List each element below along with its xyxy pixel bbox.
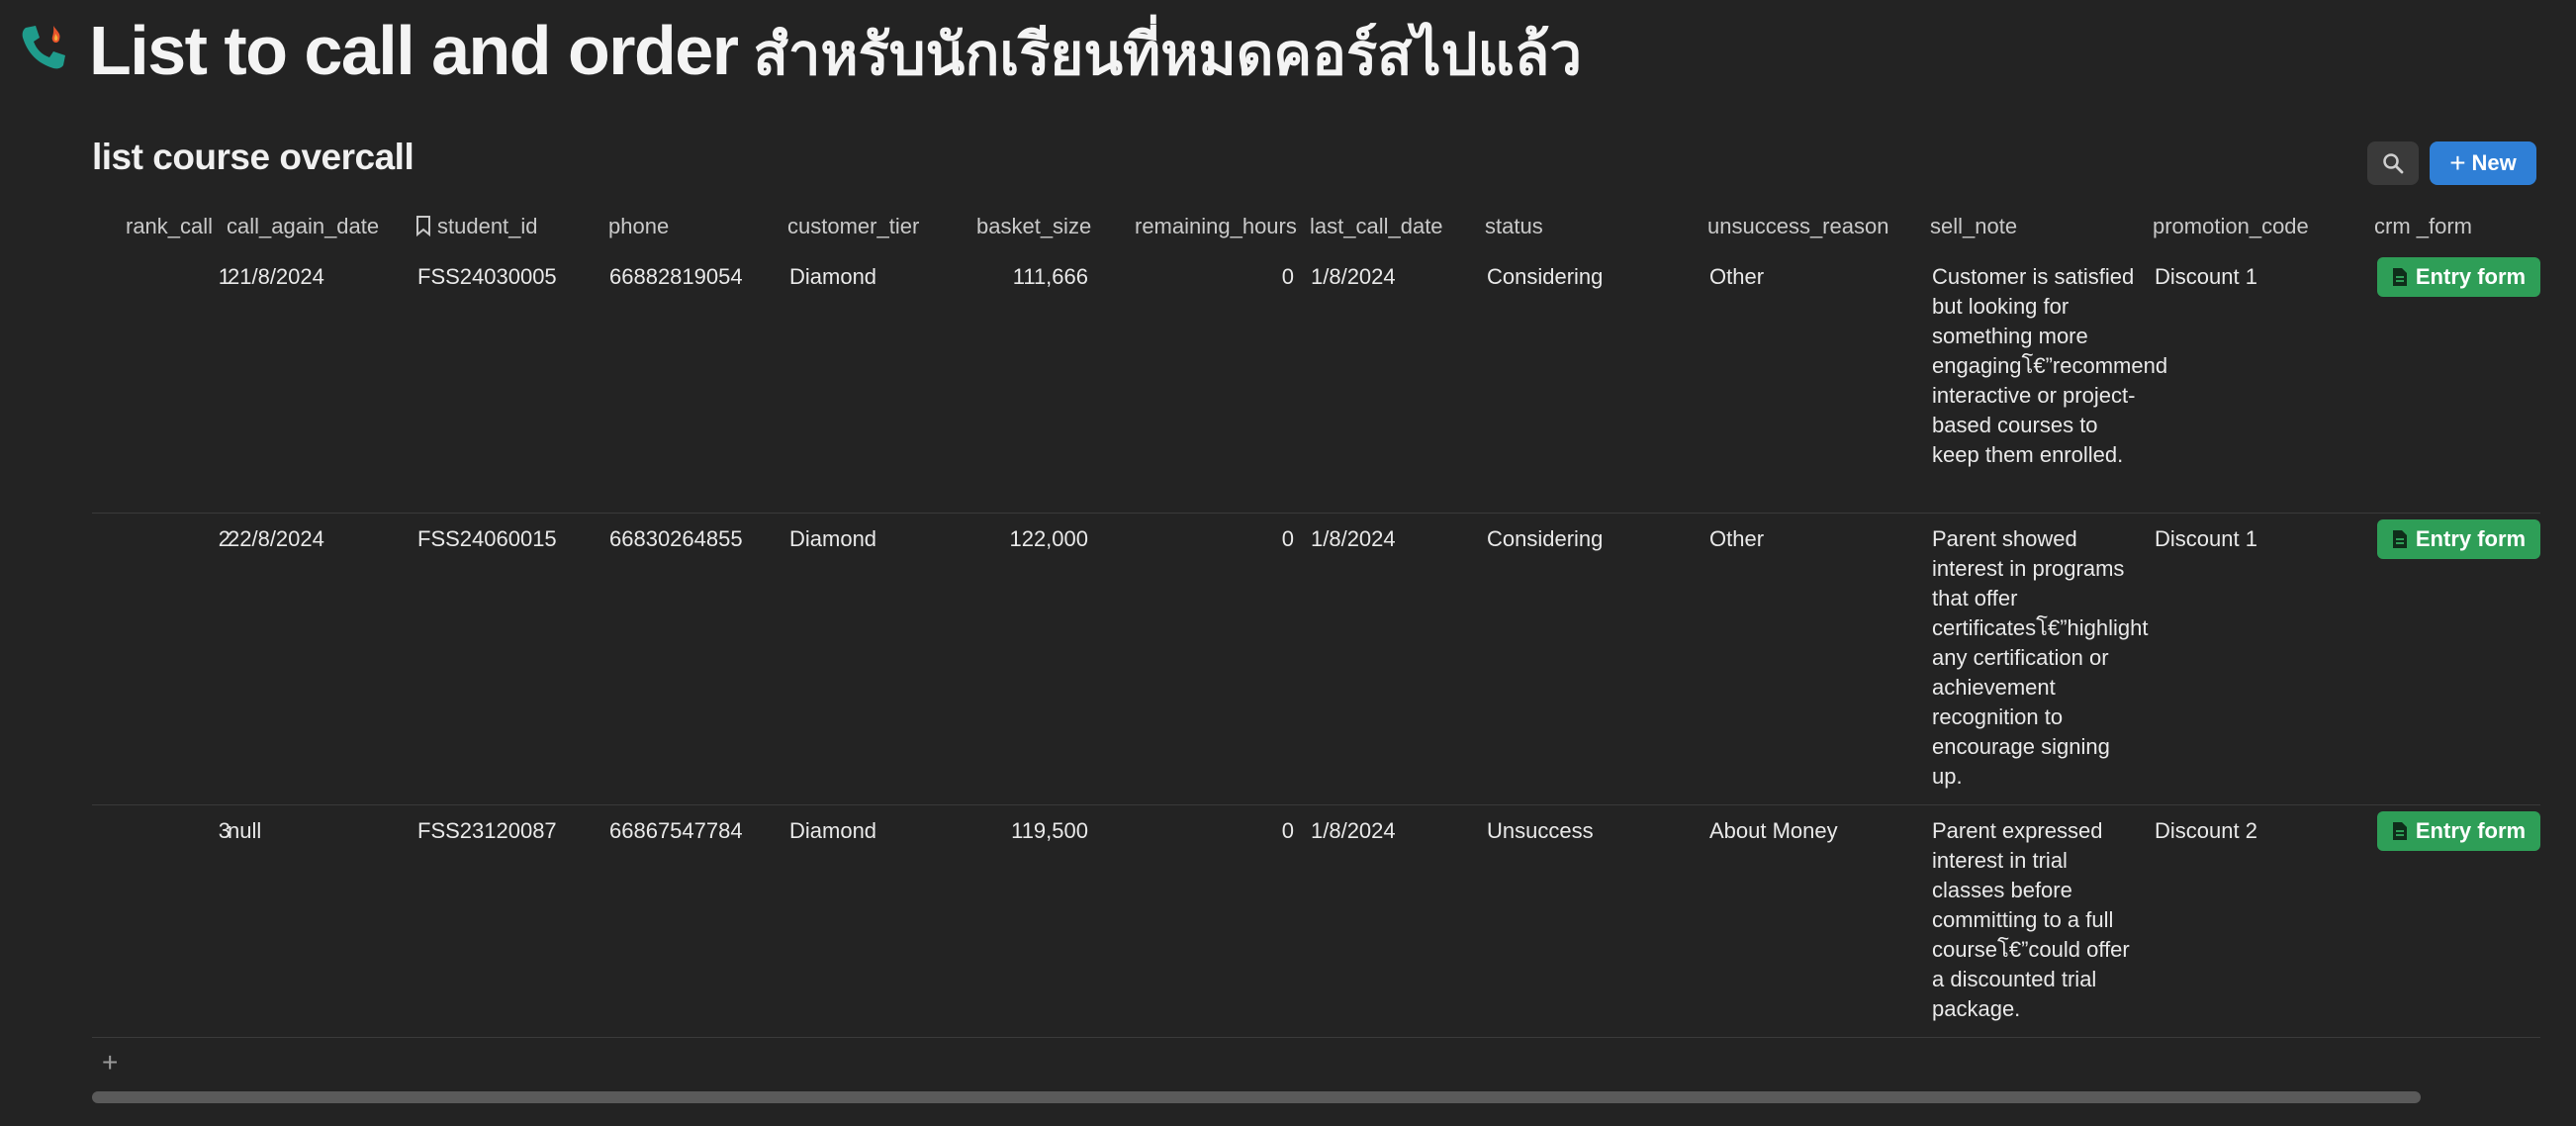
column-header-phone[interactable]: phone	[608, 208, 669, 245]
cell-customer-tier[interactable]: Diamond	[789, 262, 876, 292]
cell-sell-note[interactable]: Customer is satisfied but looking for so…	[1932, 262, 2167, 470]
column-header-customer-tier[interactable]: customer_tier	[787, 208, 919, 245]
column-header-promotion-code[interactable]: promotion_code	[2153, 208, 2309, 245]
cell-unsuccess-reason[interactable]: Other	[1709, 524, 1764, 554]
cell-remaining-hours[interactable]: 0	[1180, 816, 1294, 846]
column-header-unsuccess-reason[interactable]: unsuccess_reason	[1707, 208, 1888, 245]
column-header-last-call-date[interactable]: last_call_date	[1310, 208, 1443, 245]
cell-call-again-date[interactable]: 21/8/2024	[228, 262, 324, 292]
document-icon	[2392, 268, 2407, 286]
cell-unsuccess-reason[interactable]: Other	[1709, 262, 1764, 292]
cell-rank-call[interactable]: 3	[171, 816, 230, 846]
column-header-status[interactable]: status	[1485, 208, 1543, 245]
column-header-remaining-hours[interactable]: remaining_hours	[1135, 208, 1297, 245]
cell-phone[interactable]: 66867547784	[609, 816, 743, 846]
column-header-crm-form[interactable]: crm _form	[2374, 208, 2472, 245]
cell-rank-call[interactable]: 2	[171, 524, 230, 554]
cell-sell-note[interactable]: Parent showed interest in programs that …	[1932, 524, 2148, 792]
cell-customer-tier[interactable]: Diamond	[789, 816, 876, 846]
cell-student-id[interactable]: FSS23120087	[417, 816, 557, 846]
page-title-thai: สำหรับนักเรียนที่หมดคอร์สไปแล้ว	[753, 21, 1583, 88]
cell-status[interactable]: Considering	[1487, 262, 1603, 292]
cell-phone[interactable]: 66882819054	[609, 262, 743, 292]
cell-last-call-date[interactable]: 1/8/2024	[1311, 262, 1396, 292]
cell-remaining-hours[interactable]: 0	[1180, 262, 1294, 292]
entry-form-label: Entry form	[2415, 264, 2527, 289]
column-header-basket-size[interactable]: basket_size	[976, 208, 1091, 245]
cell-student-id[interactable]: FSS24030005	[417, 262, 557, 292]
page-title: List to call and order สำหรับนักเรียนที่…	[89, 8, 1582, 93]
table-row[interactable]: 1 21/8/2024 FSS24030005 66882819054 Diam…	[92, 257, 2540, 514]
table-row[interactable]: 3 null FSS23120087 66867547784 Diamond 1…	[92, 811, 2540, 1038]
cell-sell-note[interactable]: Parent expressed interest in trial class…	[1932, 816, 2138, 1024]
cell-customer-tier[interactable]: Diamond	[789, 524, 876, 554]
cell-call-again-date[interactable]: 22/8/2024	[228, 524, 324, 554]
cell-last-call-date[interactable]: 1/8/2024	[1311, 816, 1396, 846]
entry-form-button[interactable]: Entry form	[2377, 811, 2540, 851]
add-row-button[interactable]: +	[102, 1047, 118, 1079]
cell-promotion-code[interactable]: Discount 1	[2155, 262, 2257, 292]
page-title-en: List to call and order	[89, 12, 739, 89]
cell-basket-size[interactable]: 111,666	[982, 262, 1088, 292]
entry-form-label: Entry form	[2415, 526, 2527, 551]
phone-with-fire-icon	[18, 22, 69, 73]
cell-remaining-hours[interactable]: 0	[1180, 524, 1294, 554]
column-header-student-id[interactable]: student_id	[415, 208, 538, 245]
entry-form-button[interactable]: Entry form	[2377, 257, 2540, 297]
table-row[interactable]: 2 22/8/2024 FSS24060015 66830264855 Diam…	[92, 519, 2540, 805]
column-header-rank-call[interactable]: rank_call	[126, 208, 213, 245]
column-header-sell-note[interactable]: sell_note	[1930, 208, 2017, 245]
cell-unsuccess-reason[interactable]: About Money	[1709, 816, 1838, 846]
document-icon	[2392, 530, 2407, 548]
plus-icon: +	[2449, 147, 2466, 178]
new-button[interactable]: + New	[2430, 141, 2536, 185]
cell-call-again-date[interactable]: null	[228, 816, 261, 846]
view-title[interactable]: list course overcall	[92, 137, 414, 178]
bookmark-icon	[416, 216, 430, 236]
entry-form-label: Entry form	[2415, 818, 2527, 843]
cell-basket-size[interactable]: 119,500	[982, 816, 1088, 846]
search-button[interactable]	[2367, 141, 2419, 185]
cell-promotion-code[interactable]: Discount 2	[2155, 816, 2257, 846]
column-header-call-again-date[interactable]: call_again_date	[227, 208, 379, 245]
horizontal-scrollbar[interactable]	[92, 1091, 2421, 1103]
document-icon	[2392, 822, 2407, 840]
cell-last-call-date[interactable]: 1/8/2024	[1311, 524, 1396, 554]
search-icon	[2383, 153, 2404, 174]
cell-rank-call[interactable]: 1	[171, 262, 230, 292]
cell-phone[interactable]: 66830264855	[609, 524, 743, 554]
cell-student-id[interactable]: FSS24060015	[417, 524, 557, 554]
column-header-student-id-label: student_id	[437, 214, 538, 238]
cell-promotion-code[interactable]: Discount 1	[2155, 524, 2257, 554]
entry-form-button[interactable]: Entry form	[2377, 519, 2540, 559]
cell-basket-size[interactable]: 122,000	[982, 524, 1088, 554]
new-button-label: New	[2471, 150, 2517, 175]
cell-status[interactable]: Considering	[1487, 524, 1603, 554]
cell-status[interactable]: Unsuccess	[1487, 816, 1594, 846]
